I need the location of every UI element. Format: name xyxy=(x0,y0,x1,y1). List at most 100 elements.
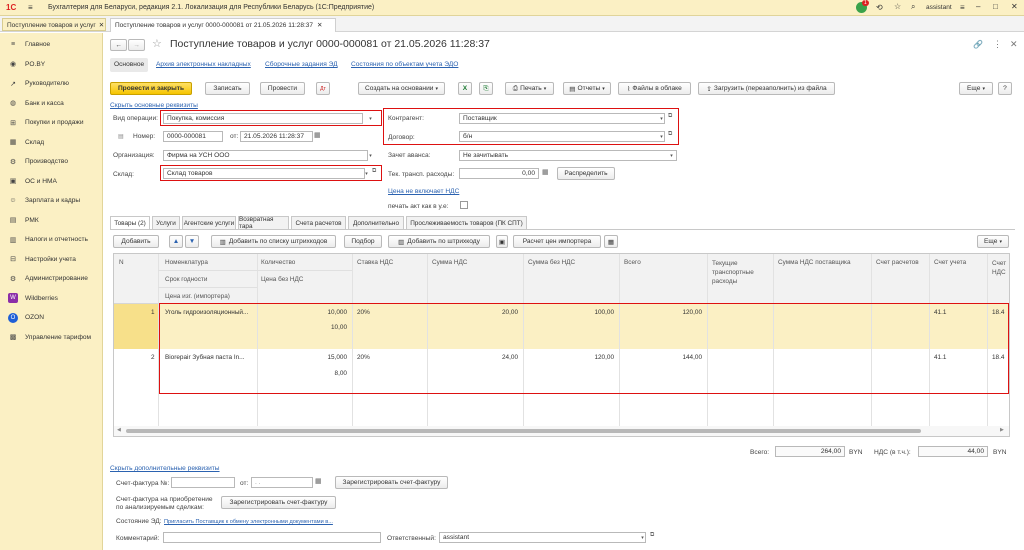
sidebar-item-wildberries[interactable]: W Wildberries xyxy=(0,289,103,308)
content-tab-1[interactable]: Услуги xyxy=(152,216,180,229)
date-field[interactable]: 21.05.2026 11:28:37 xyxy=(240,131,313,142)
cloud-files-button[interactable]: ⌇ Файлы в облаке xyxy=(618,82,691,95)
hide-extra-details-link[interactable]: Скрыть дополнительные реквизиты xyxy=(110,465,220,472)
nav-back-button[interactable]: ← xyxy=(110,39,127,51)
post-button[interactable]: Провести xyxy=(260,82,305,95)
sidebar-item-cash-register[interactable]: ▤ РМК xyxy=(0,211,103,230)
row-2-total[interactable]: 144,00 xyxy=(682,354,702,361)
content-tab-5[interactable]: Дополнительно xyxy=(348,216,404,229)
op-type-dropdown-icon[interactable]: ▾ xyxy=(366,114,375,123)
content-tab-2[interactable]: Агентские услуги xyxy=(182,216,236,229)
select-button[interactable]: Подбор xyxy=(344,235,382,248)
invoice-number-field[interactable] xyxy=(171,477,235,488)
tab-close-icon[interactable]: ✕ xyxy=(317,22,322,29)
add-by-barcode-button[interactable]: ▥ Добавить по штрихкоду xyxy=(388,235,490,248)
sidebar-item-warehouse[interactable]: ▦ Склад xyxy=(0,133,103,152)
subtab-archive[interactable]: Архив электронных накладных xyxy=(156,61,251,68)
row-1-account[interactable]: 41.1 xyxy=(934,309,946,316)
sidebar-item-people[interactable]: ☺ Зарплата и кадры xyxy=(0,191,103,210)
responsible-dropdown-icon[interactable]: ▾ xyxy=(638,533,647,542)
sidebar-item-menu[interactable]: ≡ Главное xyxy=(0,35,103,54)
hide-main-details-link[interactable]: Скрыть основные реквизиты xyxy=(110,102,198,109)
close-form-icon[interactable]: ✕ xyxy=(1010,39,1018,50)
op-type-field[interactable]: Покупка, комиссия xyxy=(163,113,363,124)
row-2-vat-account[interactable]: 18.4 xyxy=(992,354,1004,361)
contract-open-icon[interactable]: ⧉ xyxy=(668,131,672,138)
row-2-account[interactable]: 41.1 xyxy=(934,354,946,361)
row-2-vat-sum[interactable]: 24,00 xyxy=(502,354,518,361)
tab-list[interactable]: Поступление товаров и услуг ✕ xyxy=(2,18,106,31)
load-file-button[interactable]: ⇪ Загрузить (перезаполнить) из файла xyxy=(698,82,835,95)
calculator-icon[interactable]: ▦ xyxy=(542,168,549,176)
search-icon[interactable]: ⌕ xyxy=(911,2,915,12)
sidebar-item-factory[interactable]: ⚙ Производство xyxy=(0,152,103,171)
responsible-field[interactable]: assistant xyxy=(439,532,646,543)
excel-button[interactable]: X xyxy=(458,82,472,95)
invoice-date-field[interactable]: . . xyxy=(251,477,313,488)
calendar-icon[interactable]: ▦ xyxy=(314,131,321,139)
contract-field[interactable]: б/н xyxy=(459,131,665,142)
user-name[interactable]: assistant xyxy=(926,4,952,11)
save-button[interactable]: Записать xyxy=(205,82,250,95)
warehouse-dropdown-icon[interactable]: ▾ xyxy=(362,169,371,178)
tab-document[interactable]: Поступление товаров и услуг 0000-000081 … xyxy=(110,18,336,32)
scroll-left-icon[interactable]: ◀ xyxy=(117,427,121,433)
close-icon[interactable]: ✕ xyxy=(1011,2,1018,11)
number-field[interactable]: 0000-000081 xyxy=(163,131,223,142)
row-1-total[interactable]: 120,00 xyxy=(682,309,702,316)
advance-field[interactable]: Не зачитывать xyxy=(459,150,677,161)
tab-close-icon[interactable]: ✕ xyxy=(99,22,104,29)
settings-menu-icon[interactable]: ≡ xyxy=(960,3,965,12)
horizontal-scrollbar[interactable]: ◀ ▶ xyxy=(114,426,1009,436)
sidebar-item-cart[interactable]: ⊞ Покупки и продажи xyxy=(0,113,103,132)
row-1-vat-sum[interactable]: 20,00 xyxy=(502,309,518,316)
contractor-field[interactable]: Поставщик xyxy=(459,113,665,124)
dt-kt-button[interactable]: Дт xyxy=(316,82,330,95)
more-button[interactable]: Еще ▾ xyxy=(959,82,993,95)
org-dropdown-icon[interactable]: ▾ xyxy=(366,151,375,160)
attach-button[interactable]: ⎘ xyxy=(479,82,493,95)
warehouse-open-icon[interactable]: ⧉ xyxy=(372,168,376,175)
post-and-close-button[interactable]: Провести и закрыть xyxy=(110,82,192,95)
nav-forward-button[interactable]: → xyxy=(128,39,145,51)
info-button[interactable]: ▣ xyxy=(496,235,508,248)
table-settings-button[interactable]: ▦ xyxy=(604,235,618,248)
row-2-price[interactable]: 8,00 xyxy=(335,370,347,377)
sidebar-item-tariff[interactable]: ▩ Управление тарифом xyxy=(0,328,103,347)
sidebar-item-assets[interactable]: ▣ ОС и НМА xyxy=(0,172,103,191)
subtab-edo-states[interactable]: Состояния по объектам учета ЭДО xyxy=(351,61,458,68)
history-icon[interactable]: ⟲ xyxy=(876,3,883,12)
sidebar-item-ozon[interactable]: O OZON xyxy=(0,308,103,327)
favorite-star-icon[interactable]: ☆ xyxy=(152,37,162,50)
content-tab-0[interactable]: Товары (2) xyxy=(110,216,150,230)
comment-field[interactable] xyxy=(163,532,381,543)
contract-dropdown-icon[interactable]: ▾ xyxy=(657,132,666,141)
sidebar-item-settings[interactable]: ⊟ Настройки учета xyxy=(0,250,103,269)
distribute-button[interactable]: Распределить xyxy=(557,167,615,180)
sidebar-item-tax[interactable]: ▥ Налоги и отчетность xyxy=(0,230,103,249)
row-2-qty[interactable]: 15,000 xyxy=(327,354,347,361)
advance-dropdown-icon[interactable]: ▾ xyxy=(667,151,676,160)
sidebar-item-po[interactable]: ◉ PO.BY xyxy=(0,55,103,74)
row-2-vat-rate[interactable]: 20% xyxy=(357,354,370,361)
add-row-button[interactable]: Добавить xyxy=(113,235,159,248)
add-by-list-button[interactable]: ▥ Добавить по списку штрихкодов xyxy=(211,235,336,248)
org-field[interactable]: Фирма на УСН ООО xyxy=(163,150,368,161)
register-invoice-2-button[interactable]: Зарегистрировать счет-фактуру xyxy=(221,496,336,509)
star-icon[interactable]: ☆ xyxy=(894,2,901,11)
transport-field[interactable]: 0,00 xyxy=(459,168,539,179)
import-price-button[interactable]: Расчет цен импортера xyxy=(513,235,601,248)
help-button[interactable]: ? xyxy=(998,82,1012,95)
row-1-vat-account[interactable]: 18.4 xyxy=(992,309,1004,316)
row-1-qty[interactable]: 10,000 xyxy=(327,309,347,316)
row-1-name[interactable]: Уголь гидроизоляционный... xyxy=(165,309,248,316)
maximize-icon[interactable]: □ xyxy=(993,2,998,11)
content-tab-3[interactable]: Возвратная тара xyxy=(238,216,289,230)
move-up-button[interactable]: ▲ xyxy=(169,235,183,248)
minimize-icon[interactable]: – xyxy=(976,2,980,11)
responsible-open-icon[interactable]: ⧉ xyxy=(650,532,654,539)
contractor-dropdown-icon[interactable]: ▾ xyxy=(657,114,666,123)
sidebar-item-chart[interactable]: ↗ Руководителю xyxy=(0,74,103,93)
more-vert-icon[interactable]: ⋮ xyxy=(993,39,1002,50)
subtab-main[interactable]: Основное xyxy=(110,58,149,72)
